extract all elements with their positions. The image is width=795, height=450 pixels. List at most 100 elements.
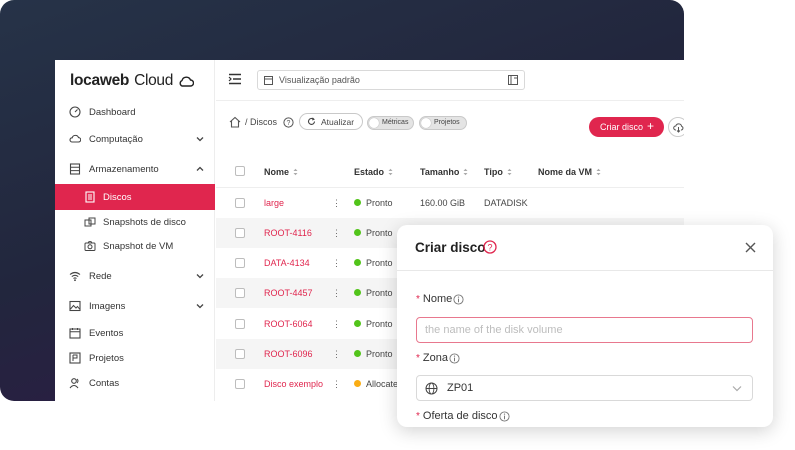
projects-icon: [69, 352, 81, 364]
row-checkbox[interactable]: [235, 349, 245, 359]
create-disk-label: Criar disco: [600, 122, 644, 132]
row-menu-icon[interactable]: ⋮: [332, 349, 341, 360]
info-icon[interactable]: [449, 352, 460, 364]
status-dot: [354, 199, 361, 206]
cloud-icon: [69, 134, 81, 143]
cloud-download-button[interactable]: [668, 117, 684, 137]
zone-label-text: Zona: [422, 352, 448, 364]
table-header: Nome Estado Tamanho Tipo Nome da VM: [216, 156, 684, 188]
row-menu-icon[interactable]: ⋮: [332, 258, 341, 269]
sidebar-item-eventos[interactable]: Eventos: [55, 320, 215, 346]
menu-collapse-icon[interactable]: [228, 73, 242, 85]
required-mark: *: [416, 352, 420, 364]
status-text: Pronto: [366, 228, 393, 238]
toggle-knob: [421, 118, 431, 128]
required-mark: *: [416, 293, 420, 305]
sidebar-item-snapshot-vm[interactable]: Snapshot de VM: [55, 233, 215, 259]
help-icon[interactable]: ?: [483, 240, 497, 254]
disk-name-link[interactable]: ROOT-6096: [264, 349, 313, 359]
wifi-icon: [69, 271, 81, 282]
status-text: Pronto: [366, 198, 393, 208]
disk-offer-label-text: Oferta de disco: [422, 410, 498, 422]
chevron-down-icon: [196, 274, 204, 279]
disk-name-link[interactable]: Disco exemplo: [264, 379, 323, 389]
row-menu-icon[interactable]: ⋮: [332, 228, 341, 239]
help-icon[interactable]: ?: [283, 117, 294, 128]
status-text: Pronto: [366, 258, 393, 268]
sidebar-item-armazenamento[interactable]: Armazenamento: [55, 156, 215, 182]
info-icon[interactable]: [498, 410, 510, 422]
projects-toggle[interactable]: Projetos: [419, 116, 467, 130]
sidebar-item-imagens[interactable]: Imagens: [55, 293, 215, 319]
sidebar-item-discos[interactable]: Discos: [55, 184, 215, 210]
size-text: 160.00 GiB: [420, 198, 466, 208]
row-checkbox[interactable]: [235, 198, 245, 208]
column-header-label: Nome da VM: [538, 167, 593, 177]
column-header-label: Tamanho: [420, 167, 460, 177]
gauge-icon: [69, 106, 81, 118]
sidebar-item-snapshots-disco[interactable]: Snapshots de disco: [55, 209, 215, 235]
select-all-checkbox[interactable]: [235, 166, 245, 176]
home-icon[interactable]: [229, 116, 241, 128]
row-menu-icon[interactable]: ⋮: [332, 319, 341, 330]
disk-name-input[interactable]: the name of the disk volume: [416, 317, 753, 343]
column-header-vm-name[interactable]: Nome da VM: [538, 167, 601, 177]
disk-name-link[interactable]: large: [264, 198, 284, 208]
sort-icon: [463, 168, 468, 176]
sidebar-item-label: Eventos: [89, 327, 124, 339]
status-dot: [354, 380, 361, 387]
zone-select[interactable]: ZP01: [416, 375, 753, 401]
view-selector[interactable]: Visualização padrão: [257, 70, 525, 90]
row-checkbox[interactable]: [235, 379, 245, 389]
logo[interactable]: locaweb Cloud: [70, 72, 195, 90]
calendar-icon: [69, 328, 81, 339]
sort-icon: [388, 168, 393, 176]
row-menu-icon[interactable]: ⋮: [332, 198, 341, 209]
view-icon: [264, 76, 273, 85]
column-header-name[interactable]: Nome: [264, 167, 298, 177]
disk-name-link[interactable]: ROOT-4457: [264, 288, 313, 298]
status-dot: [354, 320, 361, 327]
sidebar-item-label: Projetos: [89, 352, 124, 364]
sidebar-item-rede[interactable]: Rede: [55, 263, 215, 289]
row-checkbox[interactable]: [235, 288, 245, 298]
row-checkbox[interactable]: [235, 319, 245, 329]
chevron-down-icon: [196, 304, 204, 309]
close-icon[interactable]: [745, 242, 756, 253]
sidebar-item-computacao[interactable]: Computação: [55, 126, 215, 152]
chevron-down-icon: [732, 386, 742, 392]
disk-name-link[interactable]: DATA-4134: [264, 258, 310, 268]
status-text: Allocate: [366, 379, 399, 389]
sidebar-item-projetos[interactable]: Projetos: [55, 345, 215, 371]
chevron-up-icon: [196, 166, 204, 171]
row-menu-icon[interactable]: ⋮: [332, 379, 341, 390]
disk-icon: [85, 191, 95, 203]
chevron-down-icon: [196, 137, 204, 142]
create-disk-button[interactable]: Criar disco +: [589, 117, 664, 137]
column-header-size[interactable]: Tamanho: [420, 167, 468, 177]
row-checkbox[interactable]: [235, 228, 245, 238]
snapshot-disk-icon: [84, 217, 96, 227]
info-icon[interactable]: [453, 293, 464, 305]
sidebar-item-label: Snapshot de VM: [103, 240, 174, 252]
disk-name-link[interactable]: ROOT-6064: [264, 319, 313, 329]
refresh-button[interactable]: Atualizar: [299, 113, 363, 130]
column-header-state[interactable]: Estado: [354, 167, 393, 177]
disk-name-link[interactable]: ROOT-4116: [264, 228, 312, 238]
zone-value: ZP01: [447, 382, 474, 394]
column-header-label: Tipo: [484, 167, 503, 177]
plus-icon: +: [646, 119, 654, 133]
row-menu-icon[interactable]: ⋮: [332, 288, 341, 299]
disk-offer-field-label: * Oferta de disco: [416, 410, 510, 422]
table-row[interactable]: large ⋮ Pronto 160.00 GiB DATADISK: [216, 188, 684, 218]
sidebar-item-dashboard[interactable]: Dashboard: [55, 99, 215, 125]
row-checkbox[interactable]: [235, 258, 245, 268]
column-header-type[interactable]: Tipo: [484, 167, 512, 177]
sort-icon: [293, 168, 298, 176]
status-dot: [354, 259, 361, 266]
screen: locaweb Cloud Dashboard Computação Armaz…: [0, 0, 795, 450]
metrics-toggle[interactable]: Métricas: [367, 116, 414, 130]
toggle-knob: [369, 118, 379, 128]
sidebar-item-contas[interactable]: Contas: [55, 370, 215, 396]
status-text: Pronto: [366, 319, 393, 329]
